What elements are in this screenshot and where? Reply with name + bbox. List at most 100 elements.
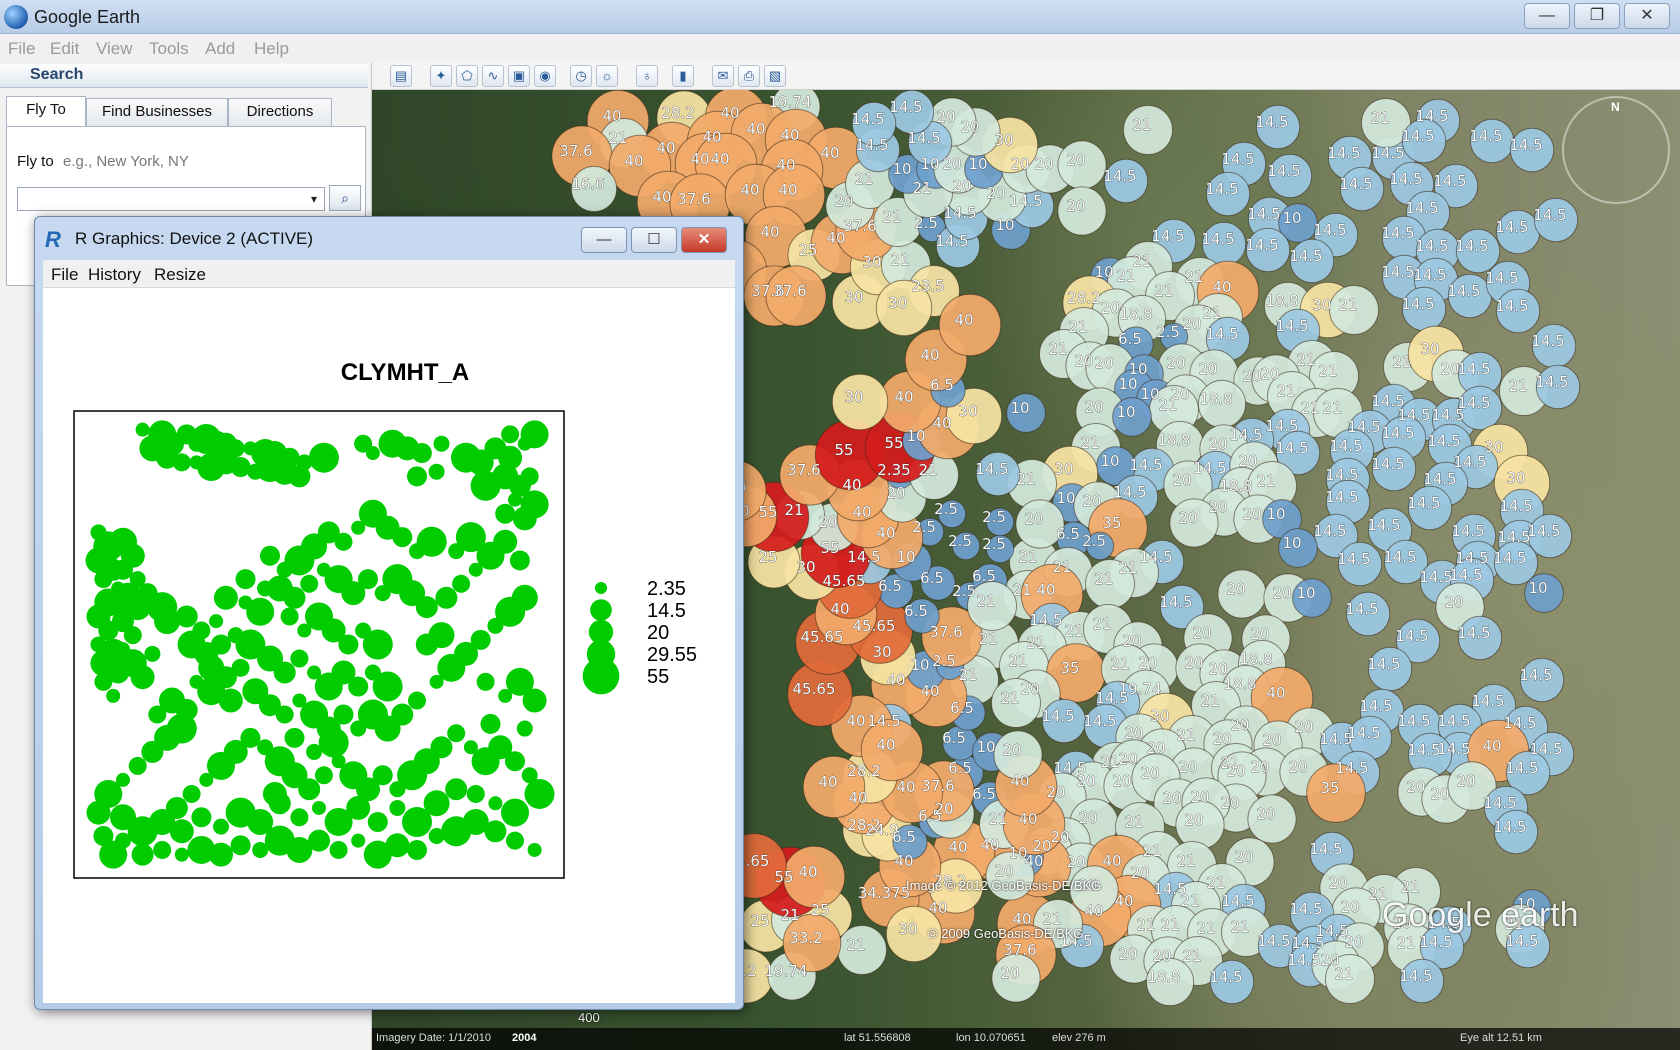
r-menu-history[interactable]: History (88, 265, 141, 285)
menu-help[interactable]: Help (254, 39, 289, 59)
sidebar-toggle-icon[interactable]: ▤ (390, 65, 412, 87)
r-maximize-button[interactable]: ☐ (631, 227, 677, 253)
save-image-icon[interactable]: ▧ (764, 65, 786, 87)
ruler-icon[interactable]: ▮ (672, 65, 694, 87)
map-marker-label: 20 (1162, 789, 1181, 807)
email-icon[interactable]: ✉ (712, 65, 734, 87)
fly-to-input[interactable] (17, 187, 325, 211)
map-marker-label: 10 (976, 738, 995, 756)
map-marker-label: 14.5 (1309, 840, 1342, 858)
map-marker-label: 20 (1172, 471, 1191, 489)
map-marker-label: 40 (1018, 810, 1037, 828)
scatter-point (94, 672, 113, 691)
map-marker-label: 21 (1116, 267, 1135, 285)
map-marker-label: 20 (1112, 772, 1131, 790)
fly-to-label: Fly to (17, 153, 54, 170)
map-marker-label: 14.5 (1337, 550, 1370, 568)
search-panel-header[interactable]: Search (0, 64, 368, 88)
menu-view[interactable]: View (96, 39, 133, 59)
minimize-button[interactable]: — (1524, 3, 1570, 29)
chart-title: CLYMHT_A (341, 359, 469, 386)
path-icon[interactable]: ∿ (482, 65, 504, 87)
map-marker-label: 21 (1400, 878, 1419, 896)
map-marker-label: 20 (1034, 155, 1053, 173)
map-marker-label: 14.5 (1405, 199, 1438, 217)
scatter-point (175, 605, 198, 628)
r-close-button[interactable]: ✕ (681, 227, 727, 253)
menu-add[interactable]: Add (205, 39, 235, 59)
map-marker-label: 6.5 (942, 729, 966, 747)
scatter-point (211, 634, 231, 655)
map-marker-label: 14.5 (1389, 170, 1422, 188)
polygon-icon[interactable]: ⬠ (456, 65, 478, 87)
historical-imagery-icon[interactable]: ◷ (570, 65, 592, 87)
map-marker-label: 14.5 (1413, 266, 1446, 284)
sunlight-icon[interactable]: ☼ (596, 65, 618, 87)
map-marker-label: 19.74 (769, 93, 812, 111)
map-marker-label: 14.5 (1457, 624, 1490, 642)
map-marker-label: 14.5 (1485, 269, 1518, 287)
map-marker-label: 20 (1000, 964, 1019, 982)
r-menu-resize[interactable]: Resize (154, 265, 206, 285)
menu-file[interactable]: File (8, 39, 35, 59)
compass-navigation[interactable]: N (1562, 96, 1670, 204)
scatter-point (466, 784, 485, 803)
scatter-point (407, 839, 427, 860)
map-marker-label: 14.5 (1339, 175, 1372, 193)
map-marker-label: 40 (1114, 892, 1133, 910)
scatter-point (231, 658, 250, 677)
scatter-point (318, 727, 349, 758)
search-button[interactable]: ⌕ (329, 185, 361, 211)
map-marker-label: 14.5 (1313, 221, 1346, 239)
tab-directions[interactable]: Directions (228, 98, 332, 126)
planet-icon[interactable]: ♁ (636, 65, 658, 87)
map-marker-label: 40 (656, 139, 675, 157)
map-marker-label: 40 (1084, 902, 1103, 920)
map-marker-label: 10 (1118, 375, 1137, 393)
scatter-point (476, 672, 495, 691)
r-menu-file[interactable]: File (51, 265, 78, 285)
legend-label: 55 (647, 666, 669, 688)
map-marker-label: 18.8 (1157, 431, 1190, 449)
map-marker-label: 21 (1110, 655, 1129, 673)
map-marker-label: 20 (936, 108, 955, 126)
map-marker-label: 21 (1334, 965, 1353, 983)
scatter-point (260, 545, 280, 566)
tour-icon[interactable]: ◉ (534, 65, 556, 87)
map-marker-label: 20 (1124, 724, 1143, 742)
map-marker-label: 20 (886, 484, 905, 502)
scatter-point (290, 649, 309, 668)
map-marker-label: 21 (1052, 558, 1071, 576)
map-marker-label: 14.5 (1397, 712, 1430, 730)
map-marker-label: 16.6 (571, 175, 604, 193)
map-marker-label: 21 (1182, 947, 1201, 965)
map-marker-label: 21 (1396, 934, 1415, 952)
menu-edit[interactable]: Edit (50, 39, 79, 59)
map-marker-label: 37.6 (929, 623, 962, 641)
map-marker-label: 10 (1116, 403, 1135, 421)
r-minimize-button[interactable]: — (581, 227, 627, 253)
r-graphics-window[interactable]: R R Graphics: Device 2 (ACTIVE) — ☐ ✕ Fi… (34, 216, 744, 1010)
placemark-icon[interactable]: ✦ (430, 65, 452, 87)
map-marker-label: 20 (1230, 716, 1249, 734)
timeline-year[interactable]: 2004 (512, 1032, 536, 1044)
tab-fly-to[interactable]: Fly To (6, 96, 86, 126)
close-button[interactable]: ✕ (1624, 3, 1670, 29)
map-marker-label: 14.5 (847, 548, 880, 566)
tab-find-businesses[interactable]: Find Businesses (86, 98, 228, 126)
maximize-button[interactable]: ❐ (1574, 3, 1620, 29)
map-marker-label: 30 (1420, 340, 1439, 358)
scatter-point (209, 614, 224, 629)
map-marker-label: 14.5 (867, 712, 900, 730)
menu-tools[interactable]: Tools (149, 39, 189, 59)
map-marker-label: 40 (894, 852, 913, 870)
map-marker-label: 40 (846, 712, 865, 730)
scatter-point (240, 727, 261, 748)
print-icon[interactable]: ⎙ (738, 65, 760, 87)
chevron-down-icon[interactable]: ▾ (303, 187, 325, 211)
scatter-point (372, 671, 403, 702)
map-marker-label: 21 (1176, 852, 1195, 870)
scatter-point (524, 778, 555, 809)
overlay-icon[interactable]: ▣ (508, 65, 530, 87)
map-marker-label: 40 (820, 144, 839, 162)
